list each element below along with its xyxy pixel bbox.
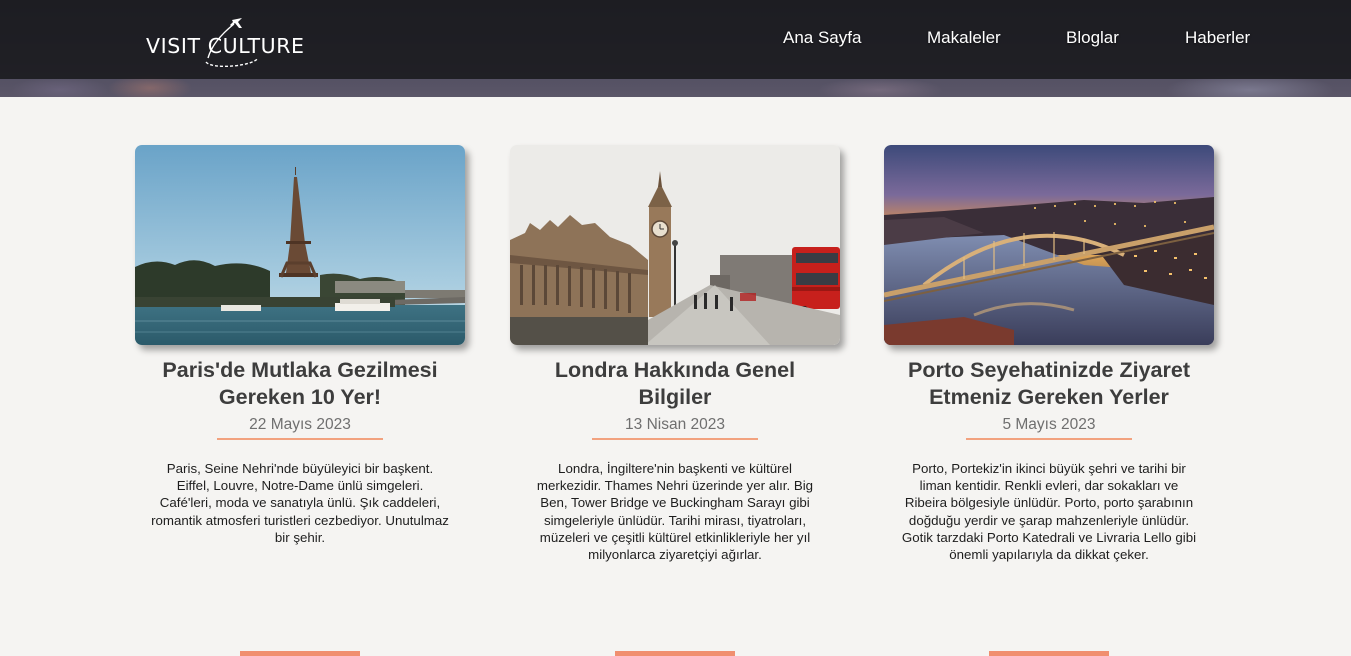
card-description: Porto, Portekiz'in ikinci büyük şehri ve…	[901, 461, 1197, 563]
eiffel-tower-photo[interactable]	[135, 145, 465, 345]
navbar: VISIT CULTURE Ana Sayfa Makaleler Blogla…	[0, 0, 1351, 79]
card-title[interactable]: Londra Hakkında Genel Bilgiler	[510, 357, 840, 411]
big-ben-photo[interactable]	[510, 145, 840, 345]
nav-item-makaleler[interactable]: Makaleler	[927, 28, 1001, 48]
porto-bridge-photo[interactable]	[884, 145, 1214, 345]
nav-item-bloglar[interactable]: Bloglar	[1066, 28, 1119, 48]
card-title[interactable]: Porto Seyehatinizde Ziyaret Etmeniz Gere…	[884, 357, 1214, 411]
nav-item-ana-sayfa[interactable]: Ana Sayfa	[783, 28, 861, 48]
card-title[interactable]: Paris'de Mutlaka Gezilmesi Gereken 10 Ye…	[135, 357, 465, 411]
read-more-button[interactable]	[615, 651, 735, 656]
main-nav: Ana Sayfa Makaleler Bloglar Haberler	[0, 28, 1351, 50]
article-card-london: Londra Hakkında Genel Bilgiler 13 Nisan …	[510, 145, 840, 656]
read-more-button[interactable]	[240, 651, 360, 656]
hero-banner: VISIT CULTURE Ana Sayfa Makaleler Blogla…	[0, 0, 1351, 97]
card-description: Paris, Seine Nehri'nde büyüleyici bir ba…	[151, 461, 449, 545]
card-date: 13 Nisan 2023	[592, 416, 758, 440]
article-card-paris: Paris'de Mutlaka Gezilmesi Gereken 10 Ye…	[135, 145, 465, 656]
card-date: 22 Mayıs 2023	[217, 416, 383, 440]
card-description: Londra, İngiltere'nin başkenti ve kültür…	[536, 461, 814, 563]
read-more-button[interactable]	[989, 651, 1109, 656]
nav-item-haberler[interactable]: Haberler	[1185, 28, 1250, 48]
article-card-porto: Porto Seyehatinizde Ziyaret Etmeniz Gere…	[884, 145, 1214, 656]
card-date: 5 Mayıs 2023	[966, 416, 1132, 440]
